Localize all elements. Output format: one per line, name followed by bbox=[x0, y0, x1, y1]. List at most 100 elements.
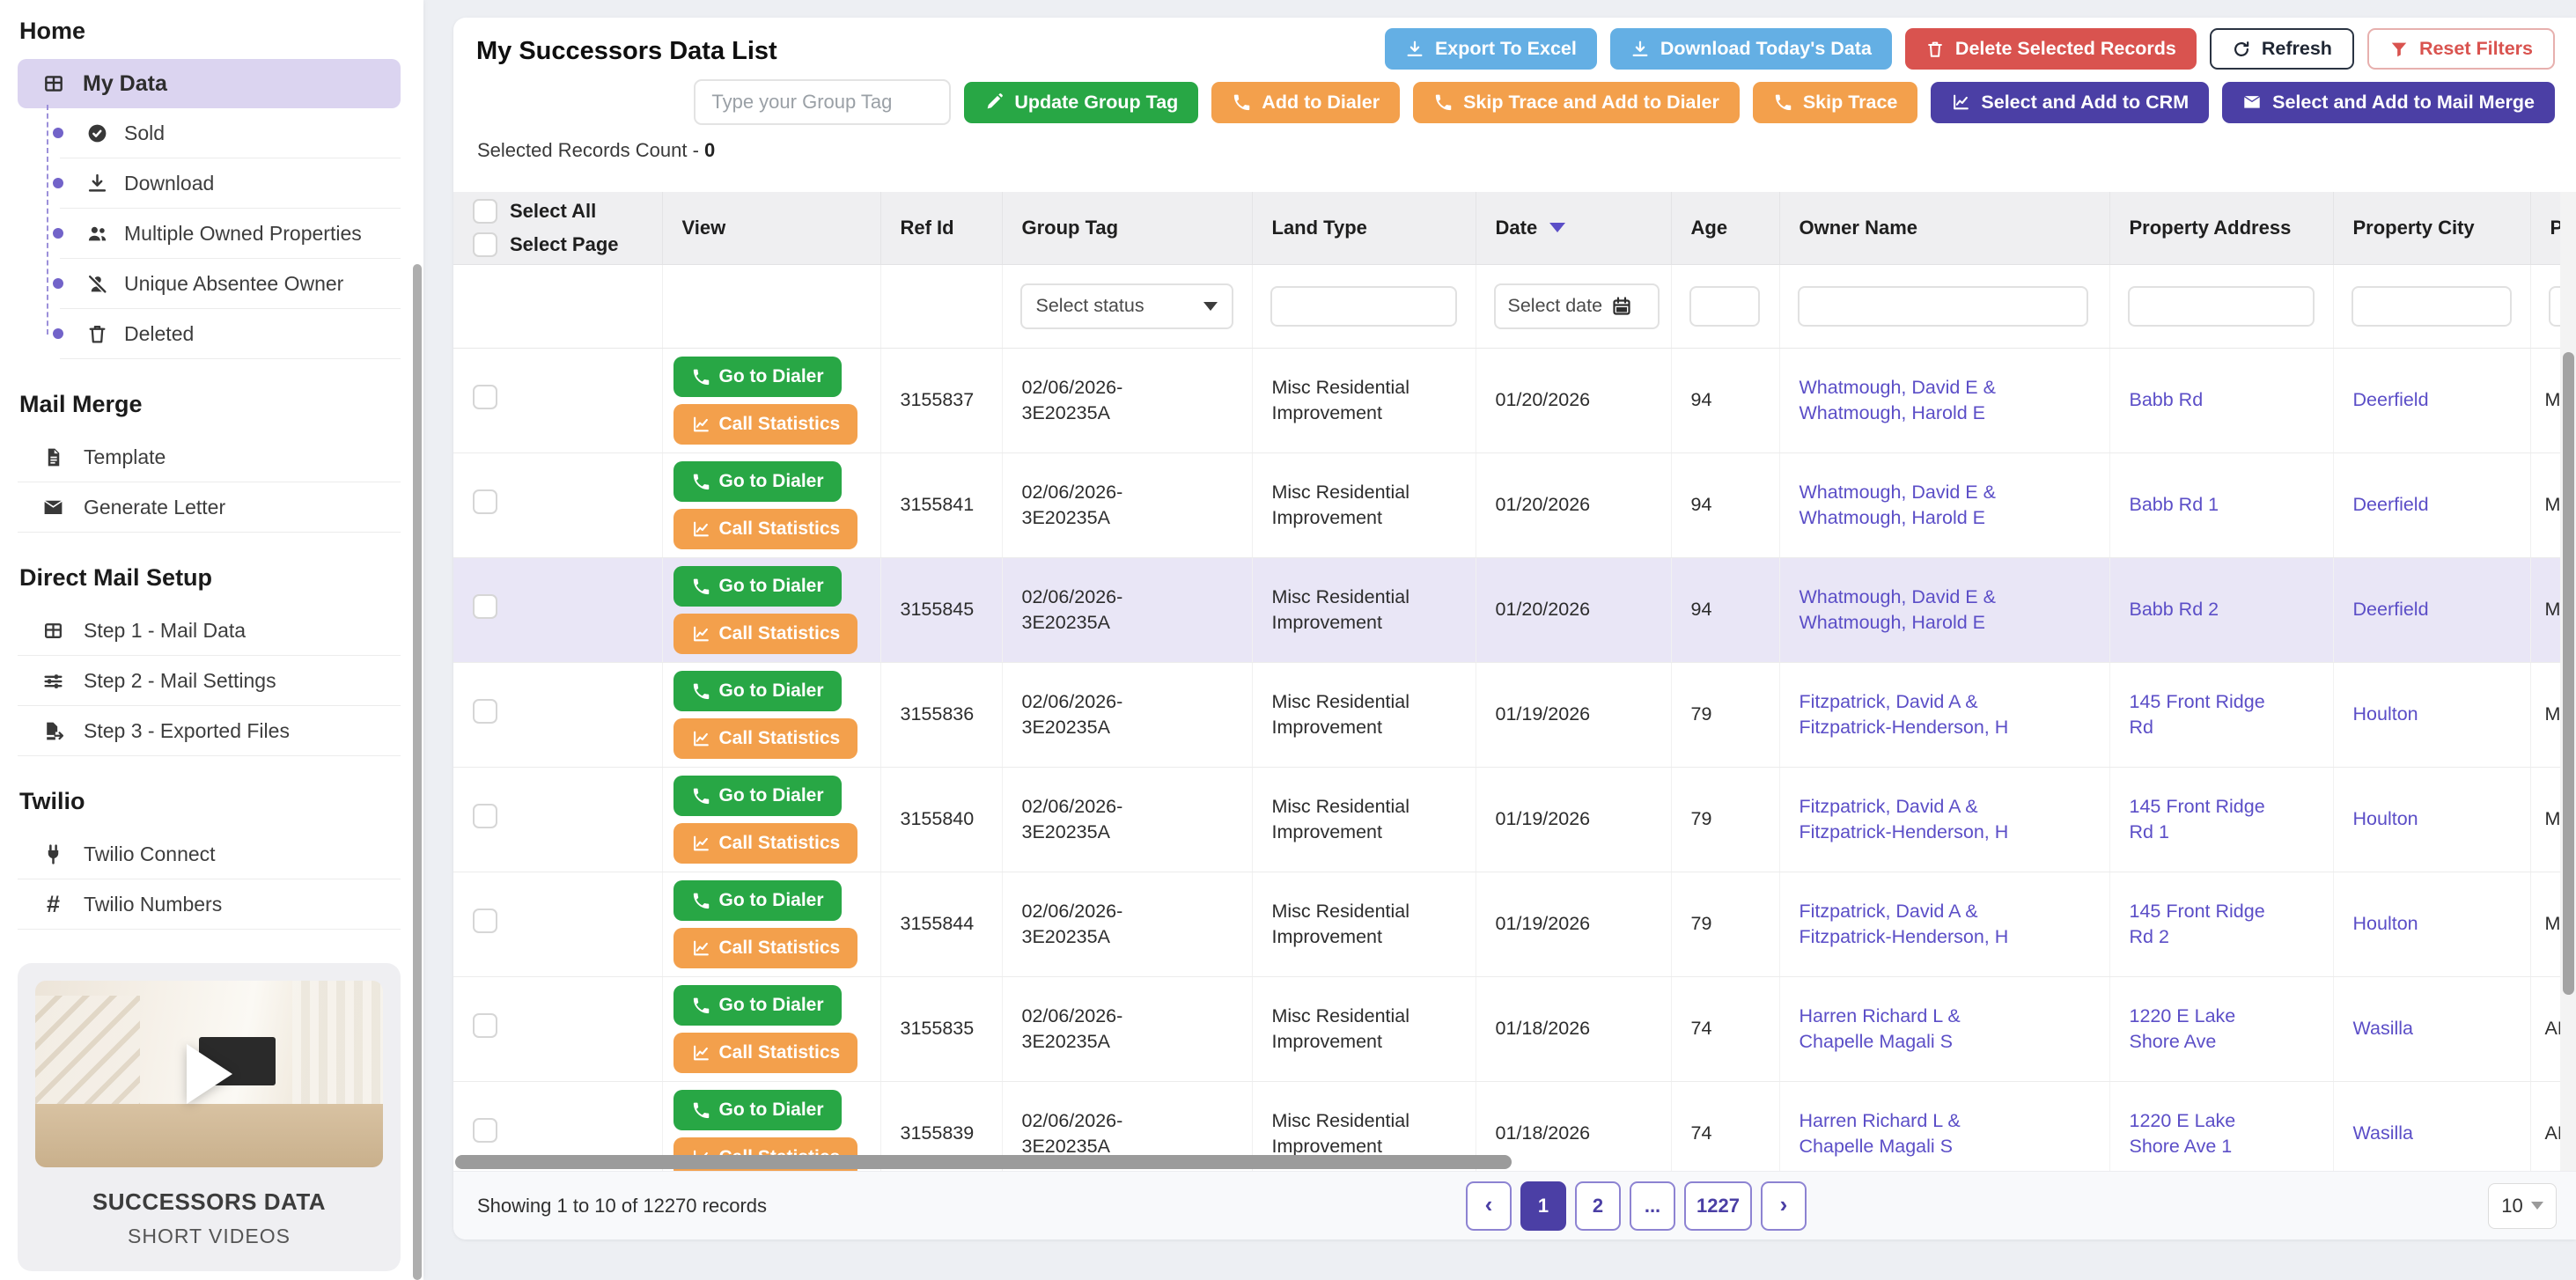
page-size-select[interactable]: 10 bbox=[2488, 1183, 2557, 1229]
row-checkbox[interactable] bbox=[473, 804, 497, 828]
trash-icon bbox=[1925, 40, 1945, 59]
update-group-tag-button[interactable]: Update Group Tag bbox=[964, 82, 1198, 123]
property-address-filter-input[interactable] bbox=[2128, 286, 2315, 327]
property-address-link[interactable]: Babb Rd 2 bbox=[2130, 599, 2219, 620]
go-to-dialer-button[interactable]: Go to Dialer bbox=[673, 985, 842, 1026]
skip-trace-and-add-to-dialer-button[interactable]: Skip Trace and Add to Dialer bbox=[1413, 82, 1740, 123]
envelope-icon bbox=[42, 497, 64, 519]
property-address-link[interactable]: 145 Front Ridge Rd bbox=[2130, 691, 2265, 737]
date-filter-select[interactable]: Select date bbox=[1494, 283, 1660, 329]
owner-name-link[interactable]: Fitzpatrick, David A & Fitzpatrick-Hende… bbox=[1800, 691, 2009, 737]
property-address-link[interactable]: 145 Front Ridge Rd 2 bbox=[2130, 901, 2265, 946]
go-to-dialer-button[interactable]: Go to Dialer bbox=[673, 1090, 842, 1130]
sidebar-item-template[interactable]: Template bbox=[18, 432, 401, 482]
sidebar-item-twilio-numbers[interactable]: # Twilio Numbers bbox=[18, 879, 401, 930]
sidebar-item-sold[interactable]: Sold bbox=[60, 108, 401, 158]
sidebar-item-my-data[interactable]: My Data bbox=[18, 59, 401, 108]
owner-name-link[interactable]: Fitzpatrick, David A & Fitzpatrick-Hende… bbox=[1800, 796, 2009, 842]
row-checkbox[interactable] bbox=[473, 699, 497, 724]
select-all-checkbox[interactable] bbox=[473, 199, 497, 224]
page-button-2[interactable]: 2 bbox=[1575, 1181, 1621, 1231]
sidebar-item-multiple-owned-properties[interactable]: Multiple Owned Properties bbox=[60, 209, 401, 259]
owner-name-link[interactable]: Harren Richard L & Chapelle Magali S bbox=[1800, 1005, 1961, 1051]
table-vertical-scrollbar[interactable] bbox=[2563, 352, 2574, 995]
row-checkbox[interactable] bbox=[473, 909, 497, 933]
row-checkbox[interactable] bbox=[473, 385, 497, 409]
property-city-link[interactable]: Wasilla bbox=[2353, 1122, 2414, 1144]
property-address-link[interactable]: Babb Rd bbox=[2130, 389, 2204, 410]
sidebar-item-step3-exported-files[interactable]: Step 3 - Exported Files bbox=[18, 706, 401, 756]
next-page-button[interactable]: › bbox=[1761, 1181, 1807, 1231]
owner-name-link[interactable]: Whatmough, David E & Whatmough, Harold E bbox=[1800, 586, 1996, 632]
property-address-link[interactable]: 145 Front Ridge Rd 1 bbox=[2130, 796, 2265, 842]
owner-name-link[interactable]: Fitzpatrick, David A & Fitzpatrick-Hende… bbox=[1800, 901, 2009, 946]
skip-trace-button[interactable]: Skip Trace bbox=[1753, 82, 1918, 123]
column-header-date[interactable]: Date bbox=[1476, 192, 1671, 264]
row-checkbox[interactable] bbox=[473, 594, 497, 619]
go-to-dialer-button[interactable]: Go to Dialer bbox=[673, 357, 842, 397]
page-button-1[interactable]: 1 bbox=[1520, 1181, 1566, 1231]
download-todays-data-button[interactable]: Download Today's Data bbox=[1610, 28, 1892, 70]
property-address-link[interactable]: 1220 E Lake Shore Ave bbox=[2130, 1005, 2236, 1051]
previous-page-button[interactable]: ‹ bbox=[1466, 1181, 1512, 1231]
call-statistics-button[interactable]: Call Statistics bbox=[673, 823, 858, 864]
property-city-link[interactable]: Wasilla bbox=[2353, 1018, 2414, 1039]
select-page-checkbox[interactable] bbox=[473, 232, 497, 257]
group-tag-input[interactable] bbox=[694, 79, 951, 125]
call-statistics-button[interactable]: Call Statistics bbox=[673, 1033, 858, 1073]
export-to-excel-button[interactable]: Export To Excel bbox=[1385, 28, 1597, 70]
property-address-cell: 145 Front Ridge Rd bbox=[2109, 662, 2333, 767]
sidebar-item-step2-mail-settings[interactable]: Step 2 - Mail Settings bbox=[18, 656, 401, 706]
row-checkbox[interactable] bbox=[473, 1013, 497, 1038]
property-city-link[interactable]: Houlton bbox=[2353, 703, 2418, 725]
property-city-link[interactable]: Deerfield bbox=[2353, 389, 2429, 410]
property-city-link[interactable]: Deerfield bbox=[2353, 494, 2429, 515]
sidebar-item-deleted[interactable]: Deleted bbox=[60, 309, 401, 359]
go-to-dialer-button[interactable]: Go to Dialer bbox=[673, 776, 842, 816]
play-icon[interactable] bbox=[187, 1044, 232, 1104]
sidebar-item-twilio-connect[interactable]: Twilio Connect bbox=[18, 829, 401, 879]
page-button-1227[interactable]: 1227 bbox=[1684, 1181, 1752, 1231]
select-and-add-to-mail-merge-button[interactable]: Select and Add to Mail Merge bbox=[2222, 82, 2555, 123]
property-city-link[interactable]: Houlton bbox=[2353, 913, 2418, 934]
row-checkbox[interactable] bbox=[473, 1118, 497, 1143]
property-city-filter-input[interactable] bbox=[2352, 286, 2512, 327]
call-statistics-button[interactable]: Call Statistics bbox=[673, 614, 858, 654]
property-city-link[interactable]: Houlton bbox=[2353, 808, 2418, 829]
sidebar-item-unique-absentee-owner[interactable]: Unique Absentee Owner bbox=[60, 259, 401, 309]
call-statistics-button[interactable]: Call Statistics bbox=[673, 404, 858, 445]
land-type-filter-input[interactable] bbox=[1270, 286, 1457, 327]
sidebar-scrollbar[interactable] bbox=[413, 264, 422, 1280]
status-filter-select[interactable]: Select status bbox=[1020, 283, 1233, 329]
property-city-link[interactable]: Deerfield bbox=[2353, 599, 2429, 620]
owner-name-link[interactable]: Whatmough, David E & Whatmough, Harold E bbox=[1800, 482, 1996, 527]
age-filter-input[interactable] bbox=[1689, 286, 1760, 327]
hash-icon: # bbox=[42, 891, 64, 918]
property-address-link[interactable]: Babb Rd 1 bbox=[2130, 494, 2219, 515]
sidebar-item-download[interactable]: Download bbox=[60, 158, 401, 209]
page-ellipsis-button[interactable]: ... bbox=[1630, 1181, 1675, 1231]
video-thumbnail[interactable] bbox=[35, 981, 383, 1167]
call-statistics-button[interactable]: Call Statistics bbox=[673, 509, 858, 549]
reset-filters-button[interactable]: Reset Filters bbox=[2367, 28, 2555, 70]
property-address-cell: Babb Rd bbox=[2109, 348, 2333, 452]
owner-name-link[interactable]: Whatmough, David E & Whatmough, Harold E bbox=[1800, 377, 1996, 423]
call-statistics-button[interactable]: Call Statistics bbox=[673, 718, 858, 759]
refresh-button[interactable]: Refresh bbox=[2210, 28, 2354, 70]
sidebar-item-step1-mail-data[interactable]: Step 1 - Mail Data bbox=[18, 606, 401, 656]
go-to-dialer-button[interactable]: Go to Dialer bbox=[673, 566, 842, 607]
table-horizontal-scrollbar[interactable] bbox=[455, 1155, 1512, 1169]
owner-name-filter-input[interactable] bbox=[1798, 286, 2088, 327]
call-statistics-button[interactable]: Call Statistics bbox=[673, 928, 858, 968]
sidebar-item-generate-letter[interactable]: Generate Letter bbox=[18, 482, 401, 533]
delete-selected-records-button[interactable]: Delete Selected Records bbox=[1905, 28, 2197, 70]
add-to-dialer-button[interactable]: Add to Dialer bbox=[1211, 82, 1400, 123]
property-address-link[interactable]: 1220 E Lake Shore Ave 1 bbox=[2130, 1110, 2236, 1156]
go-to-dialer-button[interactable]: Go to Dialer bbox=[673, 880, 842, 921]
go-to-dialer-button[interactable]: Go to Dialer bbox=[673, 461, 842, 502]
go-to-dialer-button[interactable]: Go to Dialer bbox=[673, 671, 842, 711]
select-and-add-to-crm-button[interactable]: Select and Add to CRM bbox=[1931, 82, 2209, 123]
selected-records-count: Selected Records Count - 0 bbox=[477, 139, 715, 162]
owner-name-link[interactable]: Harren Richard L & Chapelle Magali S bbox=[1800, 1110, 1961, 1156]
row-checkbox[interactable] bbox=[473, 489, 497, 514]
